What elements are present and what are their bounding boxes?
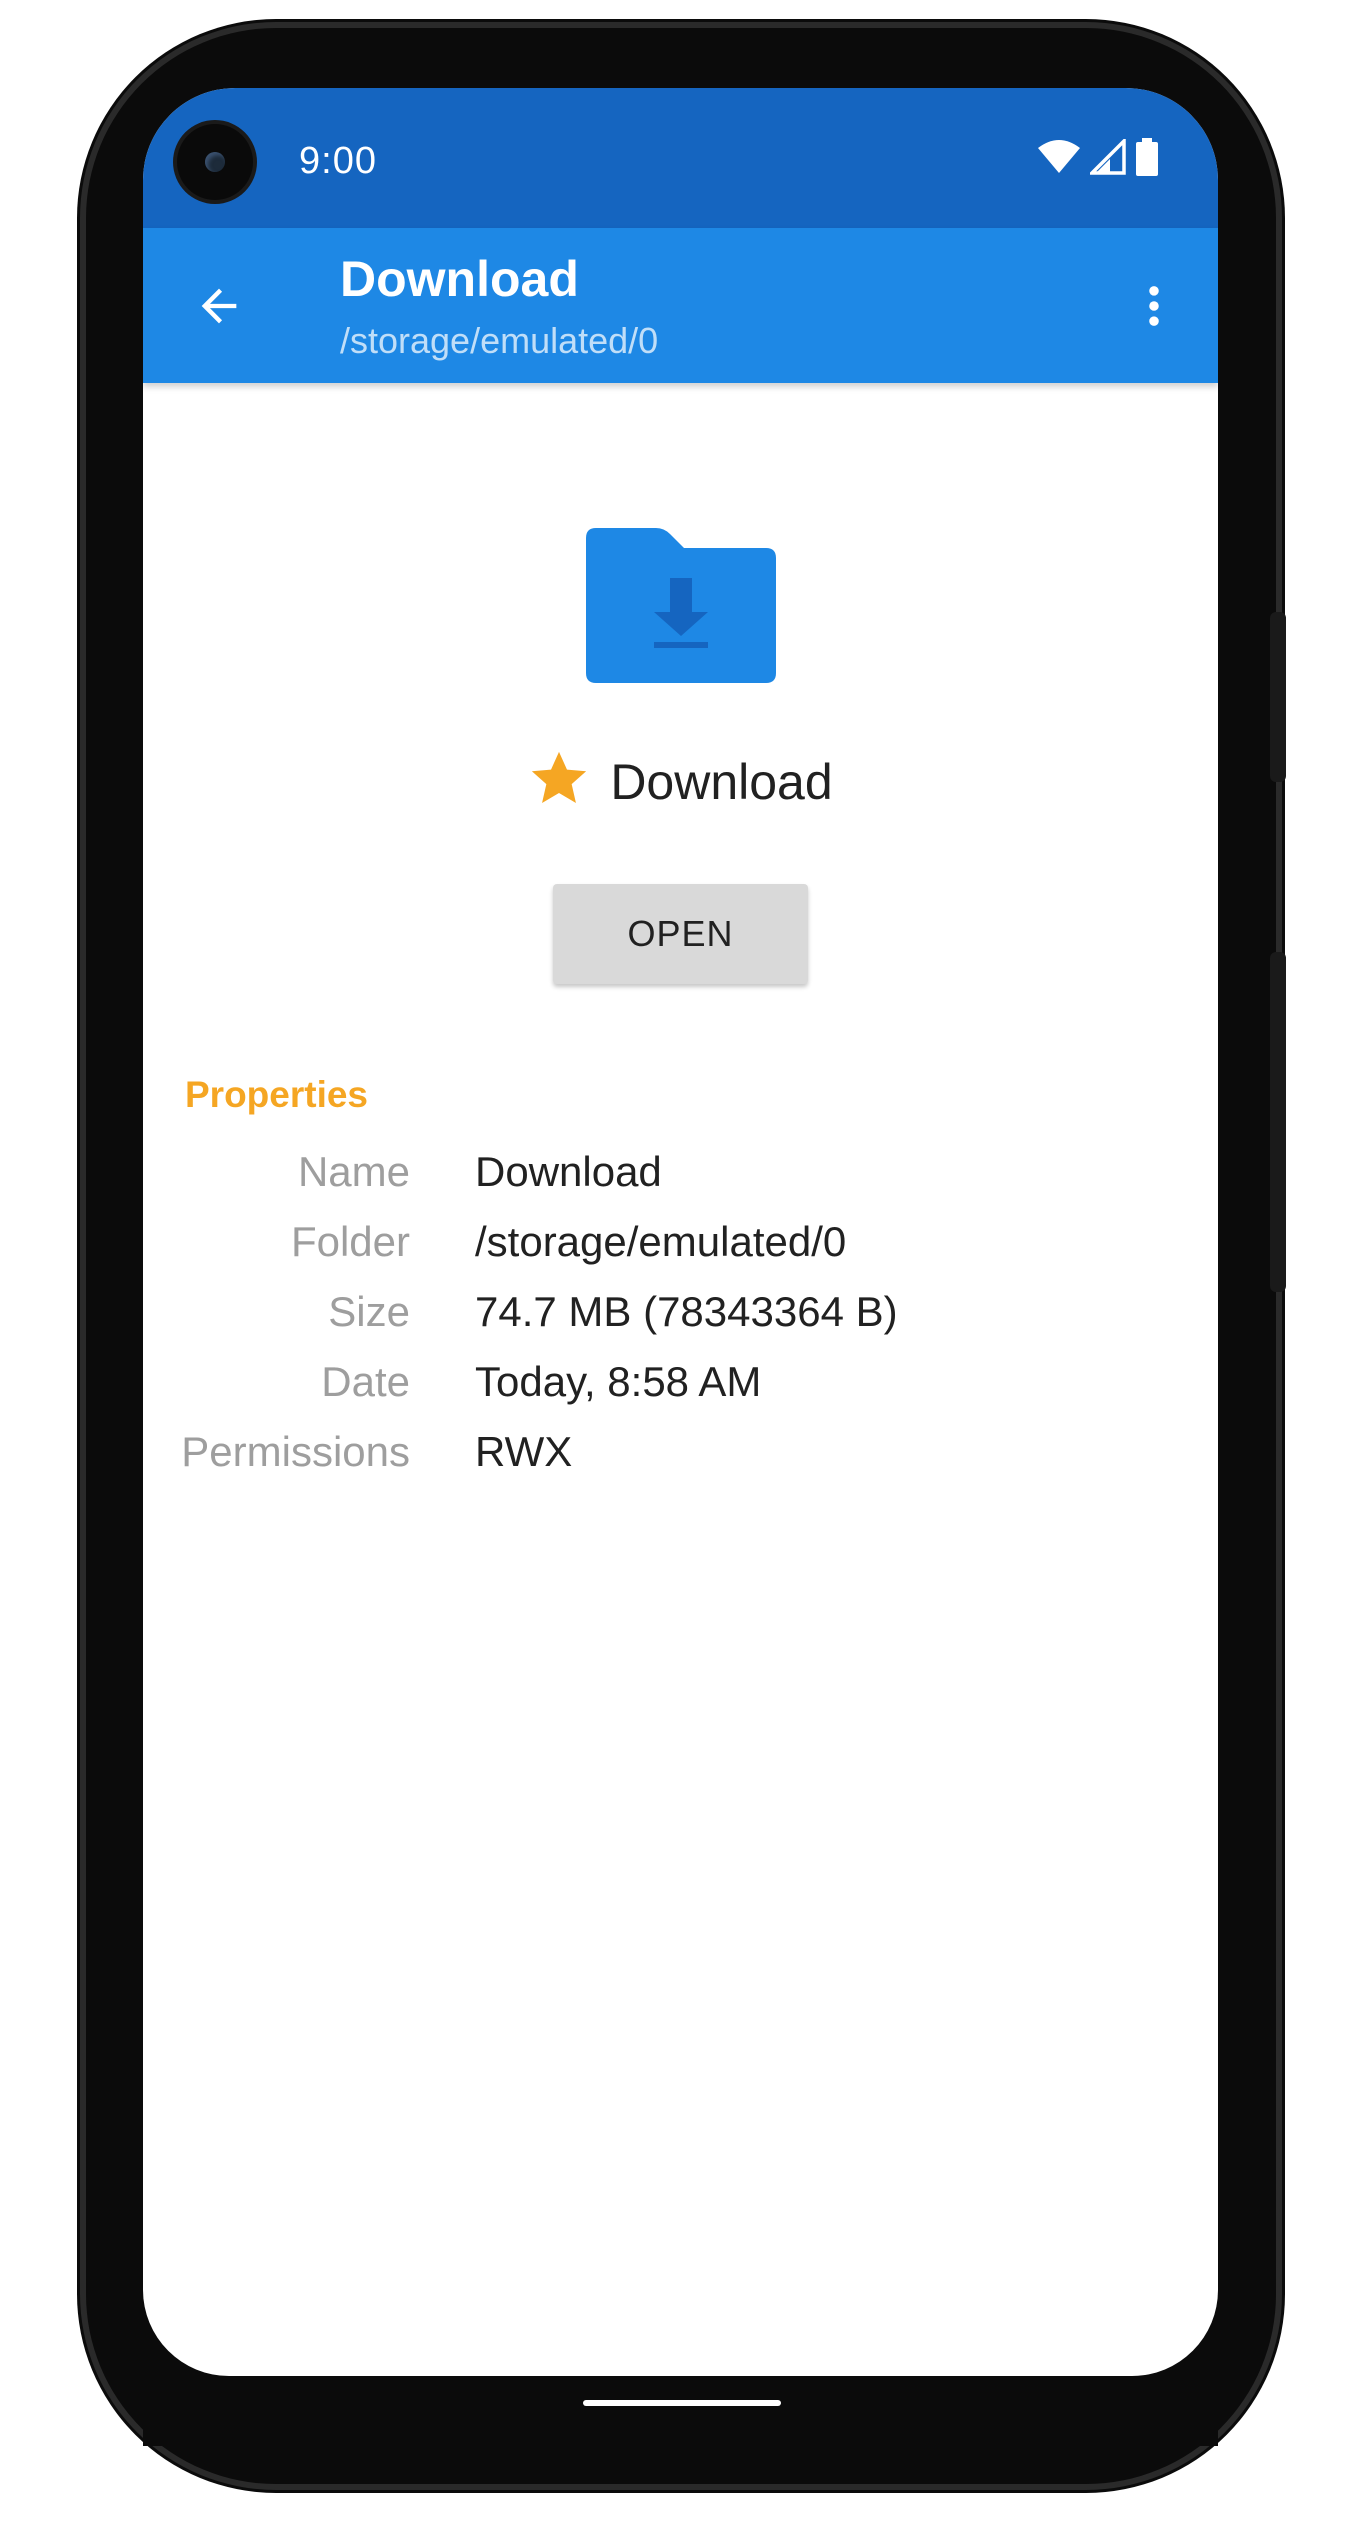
status-time: 9:00 [299,140,377,182]
star-icon[interactable] [528,748,590,815]
battery-icon [1136,138,1158,181]
property-value: RWX [475,1428,573,1475]
property-row-permissions: Permissions RWX [143,1428,1218,1498]
home-indicator[interactable] [583,2400,781,2406]
app-title: Download [340,251,579,307]
folder-download-icon [586,528,776,683]
more-vert-icon [1149,286,1159,326]
app-subtitle: /storage/emulated/0 [340,320,659,361]
status-icons [1038,136,1158,181]
property-label: Permissions [181,1428,410,1475]
device-mockup: 9:00 Download /storage/emulated/0 Downlo… [0,0,1370,2534]
app-bar: Download /storage/emulated/0 [143,228,1218,383]
signal-icon [1087,136,1126,180]
property-value: /storage/emulated/0 [475,1218,847,1265]
status-bar: 9:00 [143,88,1218,228]
arrow-back-icon [201,288,237,324]
folder-title-row: Download [143,748,1218,815]
power-button [1270,612,1286,782]
wifi-icon [1038,140,1080,179]
property-value: Today, 8:58 AM [475,1358,762,1405]
screen: 9:00 Download /storage/emulated/0 Downlo… [143,88,1218,2376]
property-row-name: Name Download [143,1148,1218,1218]
properties-list: Name Download Folder /storage/emulated/0… [143,1148,1218,1498]
property-label: Size [328,1288,410,1335]
property-row-date: Date Today, 8:58 AM [143,1358,1218,1428]
overflow-menu-button[interactable] [1118,270,1190,342]
property-label: Folder [290,1218,410,1265]
property-value: Download [475,1148,662,1195]
property-value: 74.7 MB (78343364 B) [475,1288,898,1335]
properties-title: Properties [185,1074,369,1115]
property-label: Name [297,1148,410,1195]
volume-button [1270,952,1286,1292]
back-button[interactable] [183,270,255,342]
property-row-folder: Folder /storage/emulated/0 [143,1218,1218,1288]
front-camera [177,124,253,200]
folder-name: Download [610,753,833,810]
bottom-bezel [143,2376,1218,2446]
property-row-size: Size 74.7 MB (78343364 B) [143,1288,1218,1358]
property-label: Date [321,1358,410,1405]
open-button[interactable]: OPEN [553,884,808,984]
